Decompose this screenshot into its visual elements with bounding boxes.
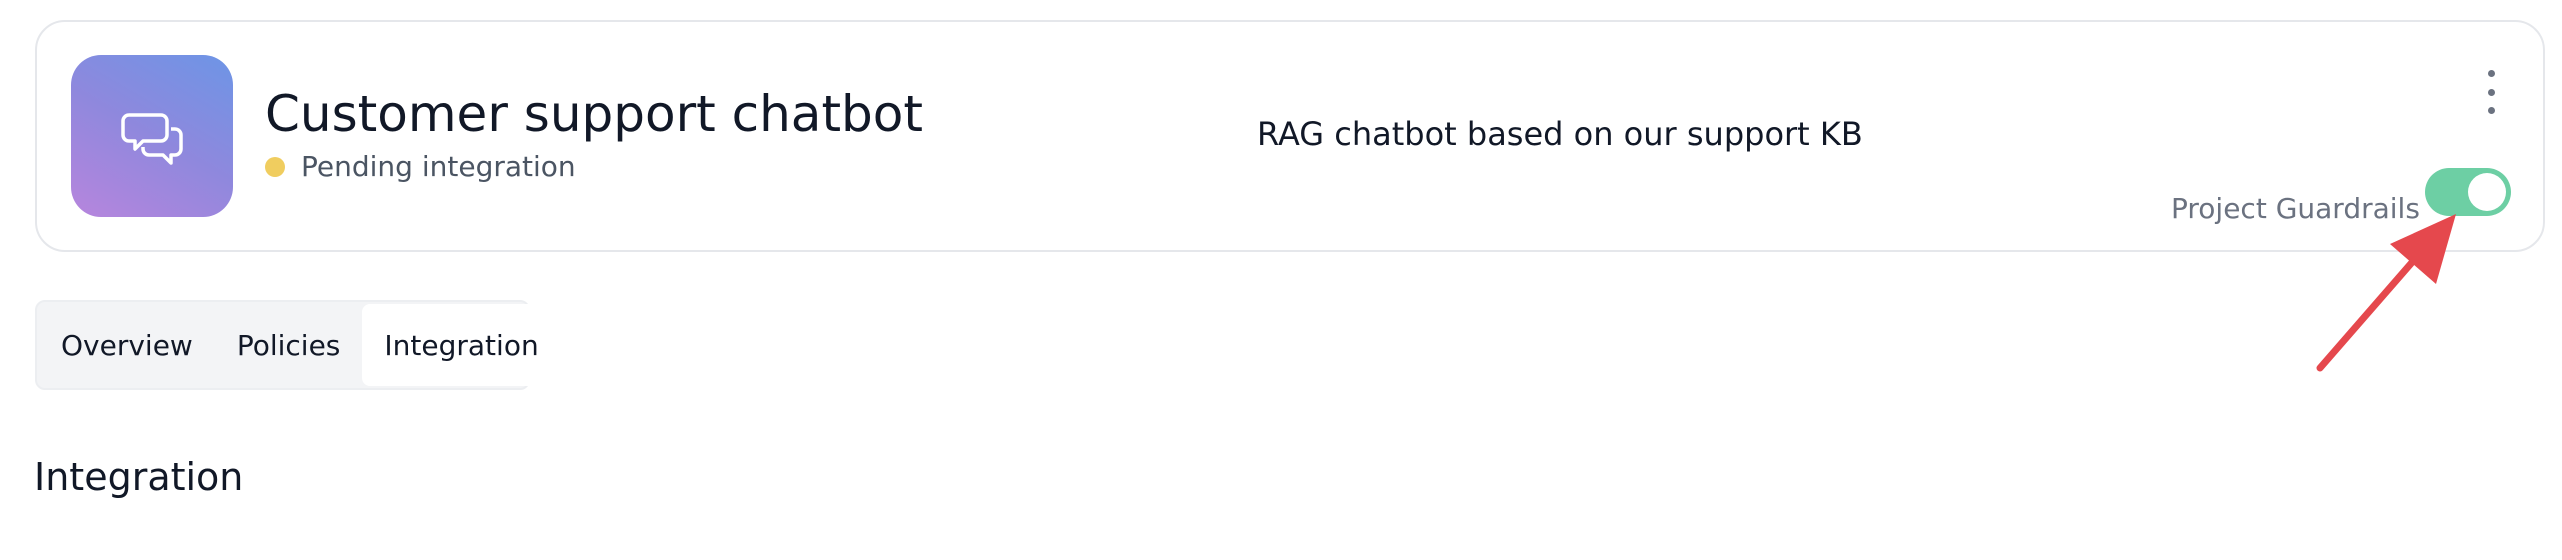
more-vertical-icon — [2487, 70, 2495, 77]
project-description: RAG chatbot based on our support KB — [1257, 115, 1863, 153]
project-avatar — [71, 55, 233, 217]
toggle-knob — [2468, 173, 2506, 211]
project-title: Customer support chatbot — [265, 85, 923, 143]
status-text: Pending integration — [301, 150, 576, 183]
tab-integration[interactable]: Integration — [362, 304, 561, 386]
tab-bar: Overview Policies Integration — [35, 300, 561, 390]
tab-policies[interactable]: Policies — [215, 304, 363, 386]
project-card: Customer support chatbot Pending integra… — [35, 20, 2545, 252]
annotation-arrow-icon — [2316, 214, 2456, 372]
status-indicator: Pending integration — [265, 150, 576, 183]
tab-overview[interactable]: Overview — [39, 304, 215, 386]
status-dot — [265, 156, 285, 177]
guardrails-toggle[interactable] — [2425, 168, 2511, 216]
chat-bubbles-icon — [121, 113, 183, 165]
page: Customer support chatbot Pending integra… — [0, 0, 2562, 560]
section-title: Integration — [34, 455, 244, 499]
more-options-button[interactable] — [2479, 70, 2503, 114]
